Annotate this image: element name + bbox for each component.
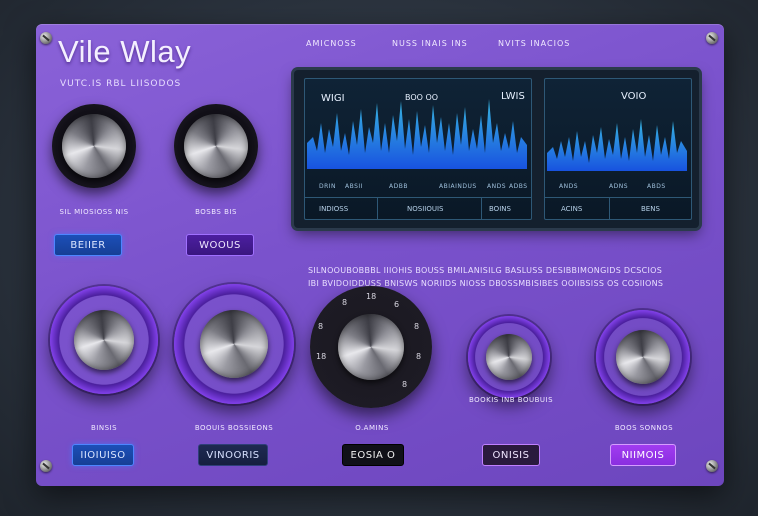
bottom-knob-5[interactable] [596,310,690,404]
plugin-panel: Vile Wlay VUTC.IS RBL LIISODOS AMICNOSS … [36,24,724,486]
waveform-footer-1: INDIOSS [319,205,349,213]
divider [377,197,378,219]
divider [545,197,691,198]
axis-label: DRIN [319,183,337,190]
knob-cap [486,334,532,380]
axis-label: ADBS [509,183,528,190]
bottom-knob-2-label: BOOUIS BOSSIEONS [194,424,274,432]
screw-top-right [706,32,718,44]
divider [609,197,610,219]
bottom-knob-3-label: O.AMINS [355,424,389,432]
plugin-subtitle: VUTC.IS RBL LIISODOS [60,79,182,89]
dial-tick: 8 [416,352,422,361]
plugin-title: Vile Wlay [58,34,192,69]
knob-cap [616,330,670,384]
knob-cap [74,310,134,370]
bottom-knob-5-label: BOOS SONNOS [614,424,674,432]
divider [481,197,482,219]
waveform-right-footer-1: ACINS [561,205,583,213]
header-label-2: NUSS INAIS INS [392,39,468,48]
dial-tick: 18 [316,352,327,361]
axis-label: ABSII [345,183,363,190]
bottom-knob-4[interactable] [468,316,550,398]
dial-tick: 8 [342,298,348,307]
dial-tick: 8 [414,322,420,331]
button-bottom-3[interactable]: EOSIA O [342,444,404,466]
button-bottom-1[interactable]: IIOIUISO [72,444,134,466]
waveform-footer-3: BOINS [489,205,511,213]
waveform-right-footer-2: BENS [641,205,660,213]
axis-label: ANDS [559,183,579,190]
top-knob-2-label: BOSBS BIS [195,208,237,216]
dial-tick: 6 [394,300,400,309]
waveform-display: WIGI BOO OO LWIS DRIN ABSII ADBB ABIAIND… [294,70,699,228]
bottom-knob-1-label: BINSIS [90,424,118,432]
screw-top-left [40,32,52,44]
waveform-left-panel: WIGI BOO OO LWIS DRIN ABSII ADBB ABIAIND… [304,78,532,220]
axis-label: ANDS [487,183,507,190]
bottom-knob-1[interactable] [50,286,158,394]
button-bottom-5[interactable]: NIIMOIS [610,444,676,466]
waveform-right-graph [547,119,687,171]
header-label-1: AMICNOSS [306,39,357,48]
top-knob-2[interactable] [174,104,258,188]
bottom-knob-3[interactable]: 8 18 6 8 8 8 18 8 [310,286,432,408]
dial-tick: 8 [402,380,408,389]
divider [305,197,531,198]
bottom-knob-4-label: BOOKIS INB BOUBUIS [468,396,554,404]
waveform-left-graph [307,99,527,169]
top-knob-1-label: SIL MIOSIOSS NIS [59,208,129,216]
axis-label: ABDS [647,183,666,190]
bottom-knob-2[interactable] [174,284,294,404]
knob-cap [184,114,248,178]
dial-tick: 18 [366,292,377,301]
screw-bottom-left [40,460,52,472]
axis-label: ABIAINDUS [439,183,477,190]
waveform-right-panel: VOIO ANDS ADNS ABDS ACINS BENS [544,78,692,220]
waveform-footer-2: NOSIIOUIS [407,205,444,213]
button-bottom-4[interactable]: ONISIS [482,444,540,466]
header-label-3: NVITS INACIOS [498,39,571,48]
top-knob-1[interactable] [52,104,136,188]
knob-cap [62,114,126,178]
button-bottom-2[interactable]: VINOORIS [198,444,268,466]
description-line-1: SILNOOUBOBBBL IIIOHIS BOUSS BMILANISILG … [308,266,663,275]
knob-cap [338,314,404,380]
button-woous[interactable]: WOOUS [186,234,254,256]
button-beiier[interactable]: BEIIER [54,234,122,256]
knob-cap [200,310,268,378]
dial-tick: 8 [318,322,324,331]
axis-label: ADNS [609,183,629,190]
axis-label: ADBB [389,183,408,190]
screw-bottom-right [706,460,718,472]
